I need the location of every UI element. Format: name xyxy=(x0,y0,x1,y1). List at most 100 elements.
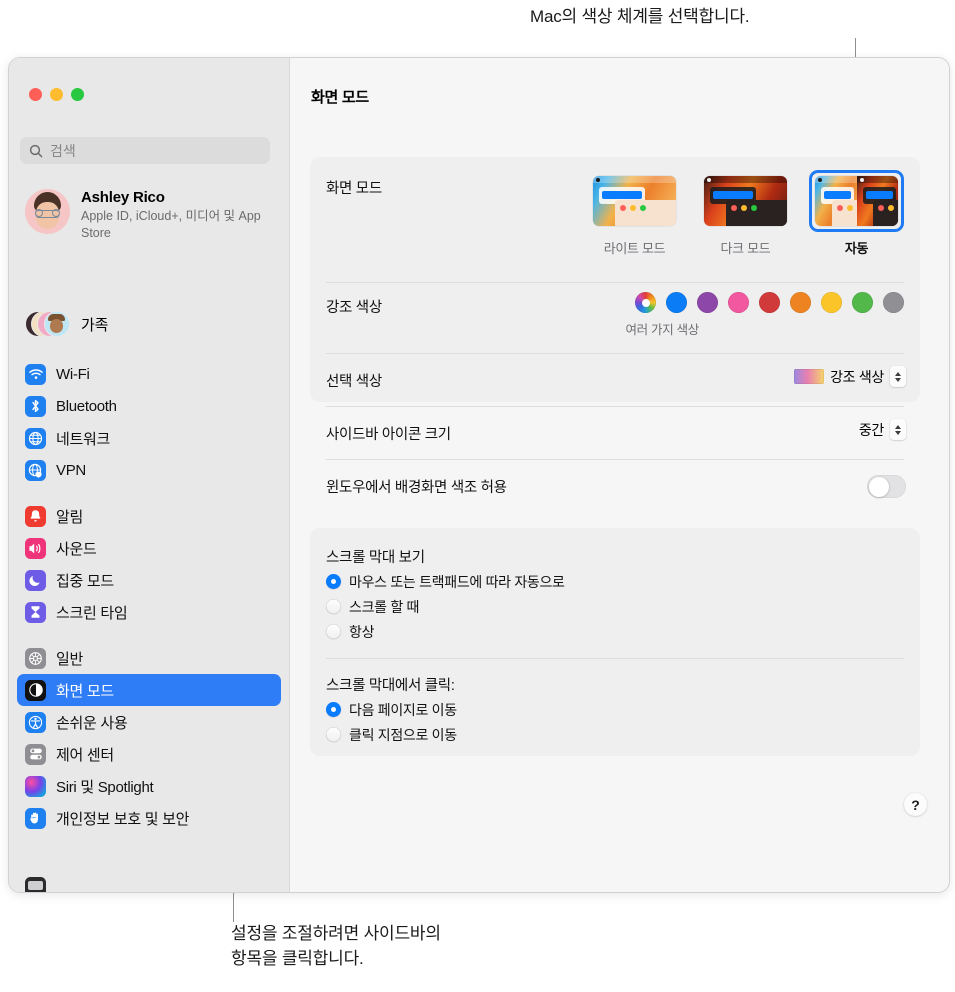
page-title: 화면 모드 xyxy=(311,89,369,106)
sidebar-item-notifications[interactable]: 알림 xyxy=(17,500,281,532)
window-controls xyxy=(29,88,84,101)
sidebar-item-siri-spotlight[interactable]: Siri 및 Spotlight xyxy=(17,770,281,802)
accessibility-icon xyxy=(25,711,46,733)
radio-label: 마우스 또는 트랙패드에 따라 자동으로 xyxy=(349,573,565,590)
family-label: 가족 xyxy=(81,316,109,334)
radio-button[interactable] xyxy=(326,624,341,639)
scrollbar-show-option-auto[interactable]: 마우스 또는 트랙패드에 따라 자동으로 xyxy=(326,569,565,594)
appearance-option-auto[interactable]: 자동 xyxy=(809,170,904,257)
sidebar-item-screen-time[interactable]: 스크린 타임 xyxy=(17,596,281,628)
scrollbar-click-option-jump-to-spot[interactable]: 클릭 지점으로 이동 xyxy=(326,722,457,747)
control-center-icon xyxy=(25,743,46,765)
sidebar-icon-size-popup-button[interactable]: 중간 xyxy=(859,419,906,440)
radio-label: 다음 페이지로 이동 xyxy=(349,701,457,718)
appearance-mode-row: 화면 모드 라이트 모드 다크 모드 자동 xyxy=(310,157,920,282)
sidebar-item-accessibility[interactable]: 손쉬운 사용 xyxy=(17,706,281,738)
sound-speaker-icon xyxy=(25,537,46,559)
appearance-option-dark[interactable]: 다크 모드 xyxy=(698,170,793,257)
radio-button[interactable] xyxy=(326,599,341,614)
wifi-icon xyxy=(25,363,46,385)
close-button[interactable] xyxy=(29,88,42,101)
minimize-button[interactable] xyxy=(50,88,63,101)
help-button[interactable]: ? xyxy=(904,793,927,816)
apple-id-account-row[interactable]: Ashley Rico Apple ID, iCloud+, 미디어 및 App… xyxy=(25,189,275,241)
sidebar-item-appearance[interactable]: 화면 모드 xyxy=(17,674,281,706)
sidebar: 검색 Ashley Rico Apple ID, iCloud+, 미디어 및 … xyxy=(9,58,290,892)
family-avatars-icon xyxy=(25,311,70,337)
sidebar-item-label: 알림 xyxy=(56,508,84,526)
radio-label: 항상 xyxy=(349,623,375,640)
search-icon xyxy=(29,144,43,158)
sidebar-item-control-center[interactable]: 제어 센터 xyxy=(17,738,281,770)
accent-color-row: 강조 색상 여러 가지 색상 xyxy=(310,282,920,352)
highlight-color-popup-button[interactable]: 강조 색상 xyxy=(794,366,906,387)
scrollbar-click-title: 스크롤 막대에서 클릭: xyxy=(326,678,455,694)
appearance-option-label: 자동 xyxy=(844,241,869,256)
sidebar-item-network[interactable]: 네트워크 xyxy=(17,422,281,454)
sidebar-group-network: Wi-Fi Bluetooth 네트워크 VPN xyxy=(17,358,281,486)
sidebar-item-vpn[interactable]: VPN xyxy=(17,454,281,486)
sidebar-group-system: 일반 화면 모드 손쉬운 사용 제어 센터 Siri 및 Spotlight 개… xyxy=(17,642,281,834)
sidebar-item-bluetooth[interactable]: Bluetooth xyxy=(17,390,281,422)
scrollbar-click-option-next-page[interactable]: 다음 페이지로 이동 xyxy=(326,697,457,722)
accent-swatch-green[interactable] xyxy=(852,292,873,313)
sidebar-item-focus[interactable]: 집중 모드 xyxy=(17,564,281,596)
wallpaper-tinting-row: 윈도우에서 배경화면 색조 허용 xyxy=(310,459,920,512)
privacy-hand-icon xyxy=(25,807,46,829)
sidebar-item-label: 스크린 타임 xyxy=(56,604,128,622)
accent-swatch-orange[interactable] xyxy=(790,292,811,313)
search-input[interactable]: 검색 xyxy=(20,137,270,164)
accent-color-caption: 여러 가지 색상 xyxy=(625,323,699,337)
sidebar-item-label: VPN xyxy=(56,461,86,479)
avatar xyxy=(25,189,70,234)
appearance-option-label: 다크 모드 xyxy=(720,241,771,256)
accent-color-label: 강조 색상 xyxy=(326,300,382,316)
accent-swatch-purple[interactable] xyxy=(697,292,718,313)
sidebar-item-general[interactable]: 일반 xyxy=(17,642,281,674)
accent-swatch-pink[interactable] xyxy=(728,292,749,313)
radio-button[interactable] xyxy=(326,702,341,717)
appearance-option-light[interactable]: 라이트 모드 xyxy=(587,170,682,257)
callout-top-text: Mac의 색상 체계를 선택합니다. xyxy=(530,7,750,26)
sidebar-item-label: 집중 모드 xyxy=(56,572,114,590)
sidebar-icon-size-value: 중간 xyxy=(858,421,884,438)
system-settings-window: 검색 Ashley Rico Apple ID, iCloud+, 미디어 및 … xyxy=(8,57,950,893)
accent-swatch-blue[interactable] xyxy=(666,292,687,313)
highlight-gradient-swatch xyxy=(794,369,825,384)
zoom-button[interactable] xyxy=(71,88,84,101)
sidebar-item-sound[interactable]: 사운드 xyxy=(17,532,281,564)
network-globe-icon xyxy=(25,427,46,449)
sidebar-navigation: Wi-Fi Bluetooth 네트워크 VPN 알림 사운드 집중 모드 스크… xyxy=(17,358,281,848)
radio-button[interactable] xyxy=(326,727,341,742)
radio-button[interactable] xyxy=(326,574,341,589)
appearance-mode-options: 라이트 모드 다크 모드 자동 xyxy=(587,170,904,257)
scrollbar-settings-card: 스크롤 막대 보기 마우스 또는 트랙패드에 따라 자동으로 스크롤 할 때 항… xyxy=(310,528,920,756)
highlight-color-value: 강조 색상 xyxy=(830,368,884,385)
vpn-globe-icon xyxy=(25,459,46,481)
sidebar-item-label: 개인정보 보호 및 보안 xyxy=(56,810,190,828)
sidebar-item-family[interactable]: 가족 xyxy=(25,310,275,338)
highlight-color-label: 선택 색상 xyxy=(326,374,382,390)
accent-swatch-red[interactable] xyxy=(759,292,780,313)
accent-swatch-yellow[interactable] xyxy=(821,292,842,313)
sidebar-item-label: 일반 xyxy=(56,650,84,668)
sidebar-item-wifi[interactable]: Wi-Fi xyxy=(17,358,281,390)
scrollbar-show-option-always[interactable]: 항상 xyxy=(326,619,565,644)
sidebar-icon-size-row: 사이드바 아이콘 크기 중간 xyxy=(310,406,920,459)
notifications-bell-icon xyxy=(25,505,46,527)
sidebar-item-label: Bluetooth xyxy=(56,397,117,415)
appearance-option-label: 라이트 모드 xyxy=(603,241,666,256)
account-name: Ashley Rico xyxy=(81,189,165,206)
accent-swatch-multicolor[interactable] xyxy=(635,292,656,313)
wallpaper-tinting-toggle[interactable] xyxy=(867,475,906,498)
wallpaper-tinting-label: 윈도우에서 배경화면 색조 허용 xyxy=(326,480,507,496)
chevron-updown-icon xyxy=(890,419,906,440)
sidebar-item-label: 손쉬운 사용 xyxy=(56,714,128,732)
sidebar-item-label: Siri 및 Spotlight xyxy=(56,778,154,796)
accent-swatch-graphite[interactable] xyxy=(883,292,904,313)
scrollbar-show-option-when-scrolling[interactable]: 스크롤 할 때 xyxy=(326,594,565,619)
appearance-mode-label: 화면 모드 xyxy=(326,181,382,197)
sidebar-item-desktop-dock-partial[interactable] xyxy=(25,877,46,892)
sidebar-item-privacy-security[interactable]: 개인정보 보호 및 보안 xyxy=(17,802,281,834)
siri-icon xyxy=(25,775,46,797)
